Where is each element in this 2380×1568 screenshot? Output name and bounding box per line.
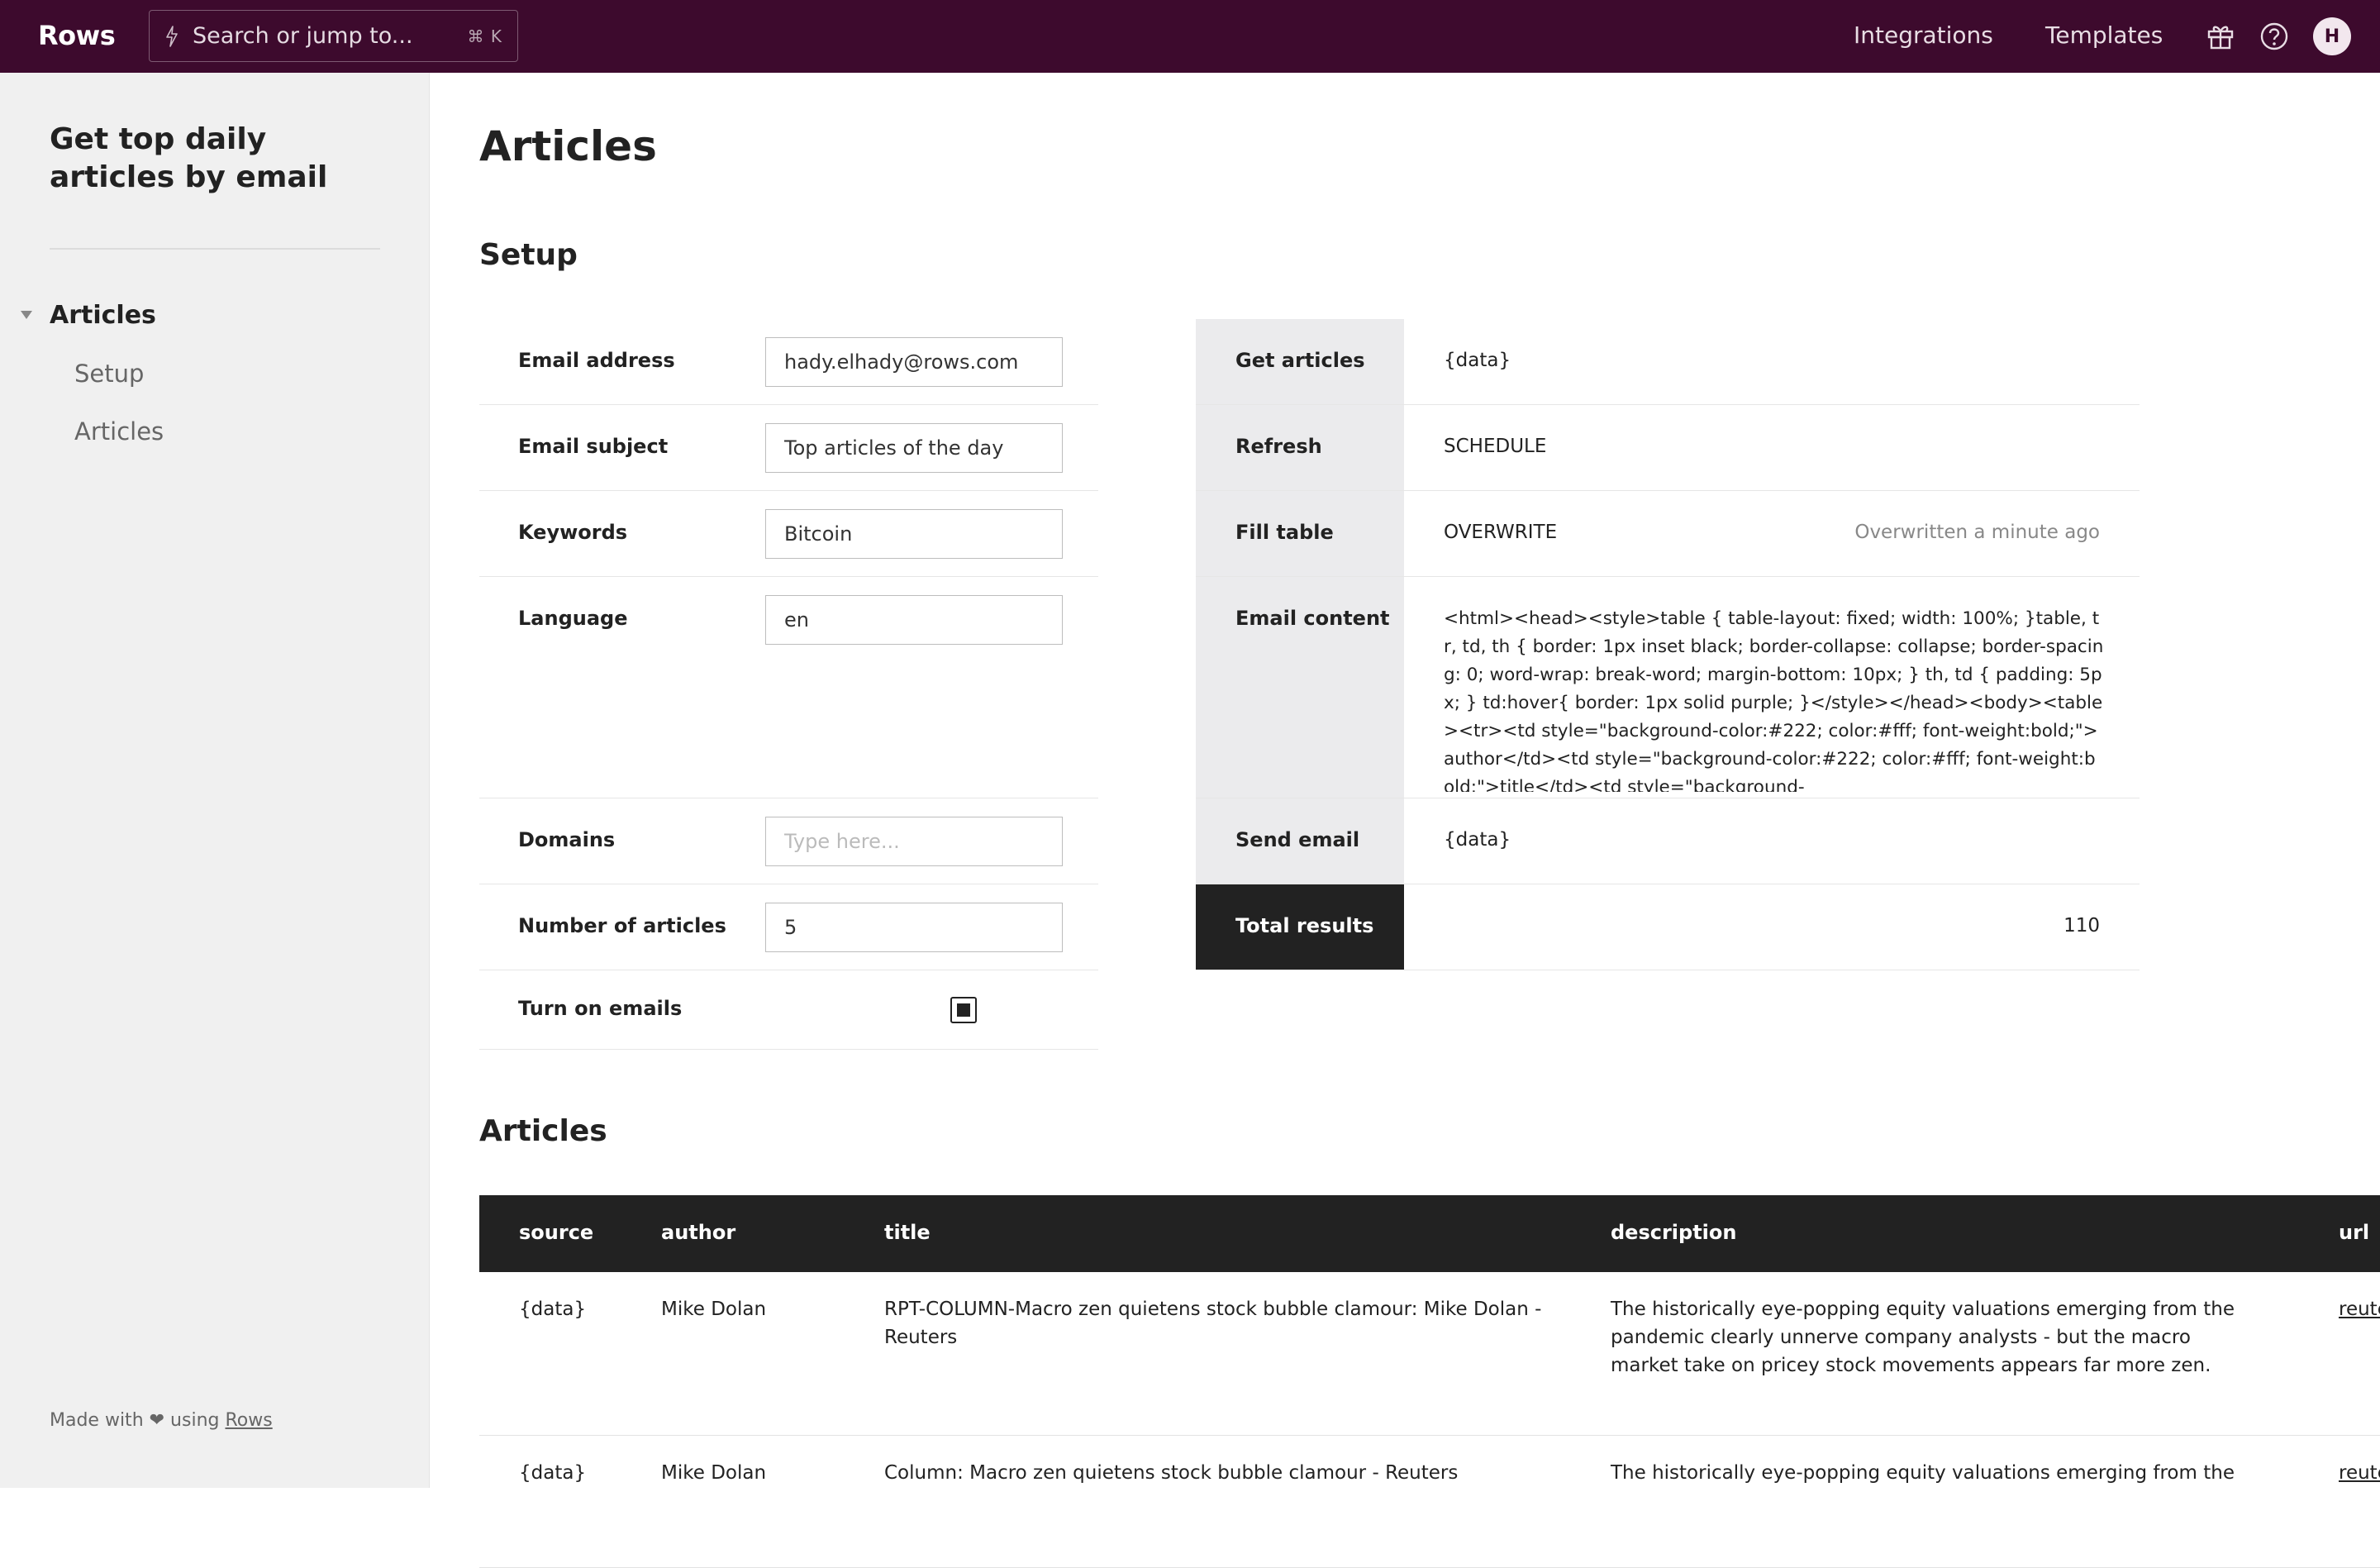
domains-input[interactable] bbox=[765, 817, 1063, 866]
help-icon[interactable] bbox=[2259, 21, 2290, 52]
page-title: Articles bbox=[479, 122, 657, 170]
sidebar-footer: Made with ❤ using Rows bbox=[50, 1410, 273, 1431]
sidebar-section-articles[interactable]: Articles bbox=[50, 301, 156, 330]
email-address-input[interactable] bbox=[765, 337, 1063, 387]
refresh-value[interactable]: SCHEDULE bbox=[1444, 436, 1546, 457]
fill-table-label: Fill table bbox=[1196, 491, 1404, 576]
search-placeholder: Search or jump to... bbox=[193, 23, 413, 49]
form-row-email-address: Email address bbox=[479, 319, 1098, 405]
table-row: {data} Mike Dolan RPT-COLUMN-Macro zen q… bbox=[479, 1272, 2380, 1436]
cell-source[interactable]: {data} bbox=[519, 1295, 586, 1323]
number-of-articles-label: Number of articles bbox=[518, 914, 726, 937]
fill-table-value[interactable]: OVERWRITE bbox=[1444, 522, 1557, 543]
main-content: Articles Setup Email address Email subje… bbox=[431, 73, 2380, 1568]
email-content-value[interactable]: <html><head><style>table { table-layout:… bbox=[1444, 605, 2105, 792]
cell-description[interactable]: The historically eye-popping equity valu… bbox=[1611, 1459, 2239, 1487]
email-subject-label: Email subject bbox=[518, 435, 669, 458]
cell-title[interactable]: RPT-COLUMN-Macro zen quietens stock bubb… bbox=[884, 1295, 1545, 1351]
language-input[interactable] bbox=[765, 595, 1063, 645]
sidebar-divider bbox=[50, 248, 380, 250]
column-header-title[interactable]: title bbox=[884, 1221, 1545, 1244]
action-row-total-results: Total results 110 bbox=[1196, 884, 2140, 970]
setup-heading: Setup bbox=[479, 238, 578, 272]
action-row-send-email: Send email {data} bbox=[1196, 798, 2140, 884]
get-articles-value[interactable]: {data} bbox=[1444, 350, 1511, 371]
email-address-label: Email address bbox=[518, 349, 675, 372]
sidebar-item-articles[interactable]: Articles bbox=[74, 417, 164, 446]
column-header-description[interactable]: description bbox=[1611, 1221, 2239, 1244]
fill-table-status: Overwritten a minute ago bbox=[1854, 522, 2100, 543]
turn-on-emails-checkbox[interactable] bbox=[950, 997, 977, 1023]
nav-templates[interactable]: Templates bbox=[2045, 21, 2163, 49]
table-row: {data} Mike Dolan Column: Macro zen quie… bbox=[479, 1436, 2380, 1568]
number-of-articles-input[interactable] bbox=[765, 903, 1063, 952]
cell-author[interactable]: Mike Dolan bbox=[661, 1459, 766, 1487]
gift-icon[interactable] bbox=[2205, 21, 2236, 52]
cell-title[interactable]: Column: Macro zen quietens stock bubble … bbox=[884, 1459, 1545, 1487]
search-shortcut: ⌘ K bbox=[467, 26, 502, 46]
sidebar: Get top daily articles by email Articles… bbox=[0, 73, 430, 1488]
form-row-keywords: Keywords bbox=[479, 491, 1098, 577]
form-row-turn-on-emails: Turn on emails bbox=[479, 970, 1098, 1050]
form-row-email-subject: Email subject bbox=[479, 405, 1098, 491]
email-content-label: Email content bbox=[1196, 577, 1404, 798]
column-header-author[interactable]: author bbox=[661, 1221, 735, 1244]
total-results-label: Total results bbox=[1196, 884, 1404, 970]
form-row-domains: Domains bbox=[479, 798, 1098, 884]
cell-url-link[interactable]: reute bbox=[2339, 1459, 2380, 1487]
app-title: Get top daily articles by email bbox=[50, 122, 328, 194]
search-box[interactable]: Search or jump to... ⌘ K bbox=[149, 10, 518, 62]
column-header-source[interactable]: source bbox=[519, 1221, 593, 1244]
cell-description[interactable]: The historically eye-popping equity valu… bbox=[1611, 1295, 2239, 1380]
cell-source[interactable]: {data} bbox=[519, 1459, 586, 1487]
form-row-number-of-articles: Number of articles bbox=[479, 884, 1098, 970]
rows-logo[interactable]: Rows bbox=[38, 20, 116, 51]
caret-down-icon[interactable] bbox=[20, 310, 33, 320]
email-subject-input[interactable] bbox=[765, 423, 1063, 473]
refresh-label: Refresh bbox=[1196, 405, 1404, 490]
keywords-input[interactable] bbox=[765, 509, 1063, 559]
footer-rows-link[interactable]: Rows bbox=[225, 1410, 272, 1431]
table-header: source author title description url bbox=[479, 1195, 2380, 1272]
action-row-fill-table: Fill table OVERWRITE Overwritten a minut… bbox=[1196, 491, 2140, 577]
send-email-label: Send email bbox=[1196, 798, 1404, 884]
turn-on-emails-label: Turn on emails bbox=[518, 997, 683, 1020]
articles-heading: Articles bbox=[479, 1114, 607, 1148]
column-header-url[interactable]: url bbox=[2339, 1221, 2369, 1244]
footer-text: Made with ❤ using bbox=[50, 1410, 220, 1431]
action-row-refresh: Refresh SCHEDULE bbox=[1196, 405, 2140, 491]
keywords-label: Keywords bbox=[518, 521, 628, 544]
action-row-get-articles: Get articles {data} bbox=[1196, 319, 2140, 405]
total-results-value: 110 bbox=[2063, 915, 2100, 937]
domains-label: Domains bbox=[518, 828, 616, 851]
cell-author[interactable]: Mike Dolan bbox=[661, 1295, 766, 1323]
action-row-email-content: Email content <html><head><style>table {… bbox=[1196, 577, 2140, 798]
form-row-language: Language bbox=[479, 577, 1098, 798]
send-email-value[interactable]: {data} bbox=[1444, 829, 1511, 851]
sidebar-item-setup[interactable]: Setup bbox=[74, 360, 144, 388]
bolt-icon bbox=[166, 25, 178, 47]
get-articles-label: Get articles bbox=[1196, 319, 1404, 404]
language-label: Language bbox=[518, 607, 628, 630]
cell-url-link[interactable]: reute bbox=[2339, 1295, 2380, 1323]
nav-integrations[interactable]: Integrations bbox=[1854, 21, 1993, 49]
user-avatar[interactable]: H bbox=[2313, 17, 2351, 55]
top-bar: Rows Search or jump to... ⌘ K Integratio… bbox=[0, 0, 2380, 73]
